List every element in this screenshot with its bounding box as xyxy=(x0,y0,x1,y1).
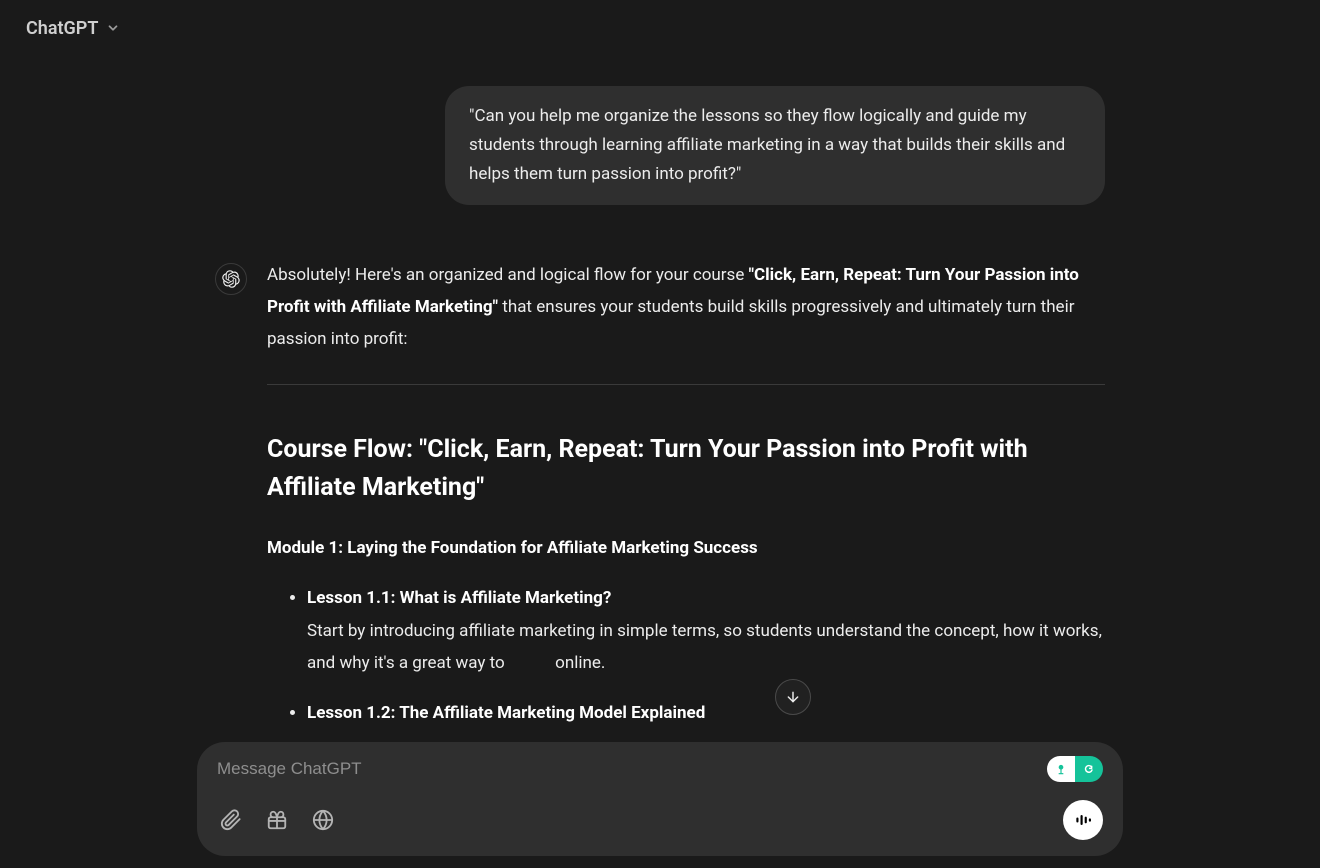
attach-button[interactable] xyxy=(217,806,245,834)
assistant-intro: Absolutely! Here's an organized and logi… xyxy=(267,259,1105,356)
lesson-title: Lesson 1.2: The Affiliate Marketing Mode… xyxy=(307,703,705,723)
assistant-message: Absolutely! Here's an organized and logi… xyxy=(215,259,1105,740)
extension-badge[interactable] xyxy=(1047,756,1103,782)
list-item: Lesson 1.2: The Affiliate Marketing Mode… xyxy=(307,697,1105,729)
user-message-text: "Can you help me organize the lessons so… xyxy=(469,106,1065,184)
arrow-down-icon xyxy=(785,689,801,705)
paperclip-icon xyxy=(220,809,242,831)
model-selector-button[interactable]: ChatGPT xyxy=(26,18,120,39)
list-item: Lesson 1.1: What is Affiliate Marketing?… xyxy=(307,582,1105,679)
scroll-to-bottom-button[interactable] xyxy=(775,679,811,715)
extension-badge-left-icon xyxy=(1047,756,1075,782)
message-input[interactable] xyxy=(217,759,1047,779)
lesson-description: Start by introducing affiliate marketing… xyxy=(307,621,1102,673)
course-flow-heading: Course Flow: "Click, Earn, Repeat: Turn … xyxy=(267,431,1105,509)
audio-bars-icon xyxy=(1073,810,1093,830)
tools-button[interactable] xyxy=(263,806,291,834)
openai-logo-icon xyxy=(222,270,240,288)
lesson-list: Lesson 1.1: What is Affiliate Marketing?… xyxy=(267,582,1105,729)
assistant-avatar xyxy=(215,263,247,295)
divider xyxy=(267,384,1105,385)
composer xyxy=(197,742,1123,856)
model-label: ChatGPT xyxy=(26,18,98,39)
chevron-down-icon xyxy=(106,21,120,35)
voice-send-button[interactable] xyxy=(1063,800,1103,840)
chat-area: "Can you help me organize the lessons so… xyxy=(0,56,1320,740)
module-title: Module 1: Laying the Foundation for Affi… xyxy=(267,532,1105,564)
gift-icon xyxy=(266,809,288,831)
web-button[interactable] xyxy=(309,806,337,834)
globe-icon xyxy=(312,809,334,831)
grammarly-icon xyxy=(1075,756,1103,782)
header: ChatGPT xyxy=(0,0,1320,56)
lesson-title: Lesson 1.1: What is Affiliate Marketing? xyxy=(307,588,611,608)
user-message: "Can you help me organize the lessons so… xyxy=(445,86,1105,205)
